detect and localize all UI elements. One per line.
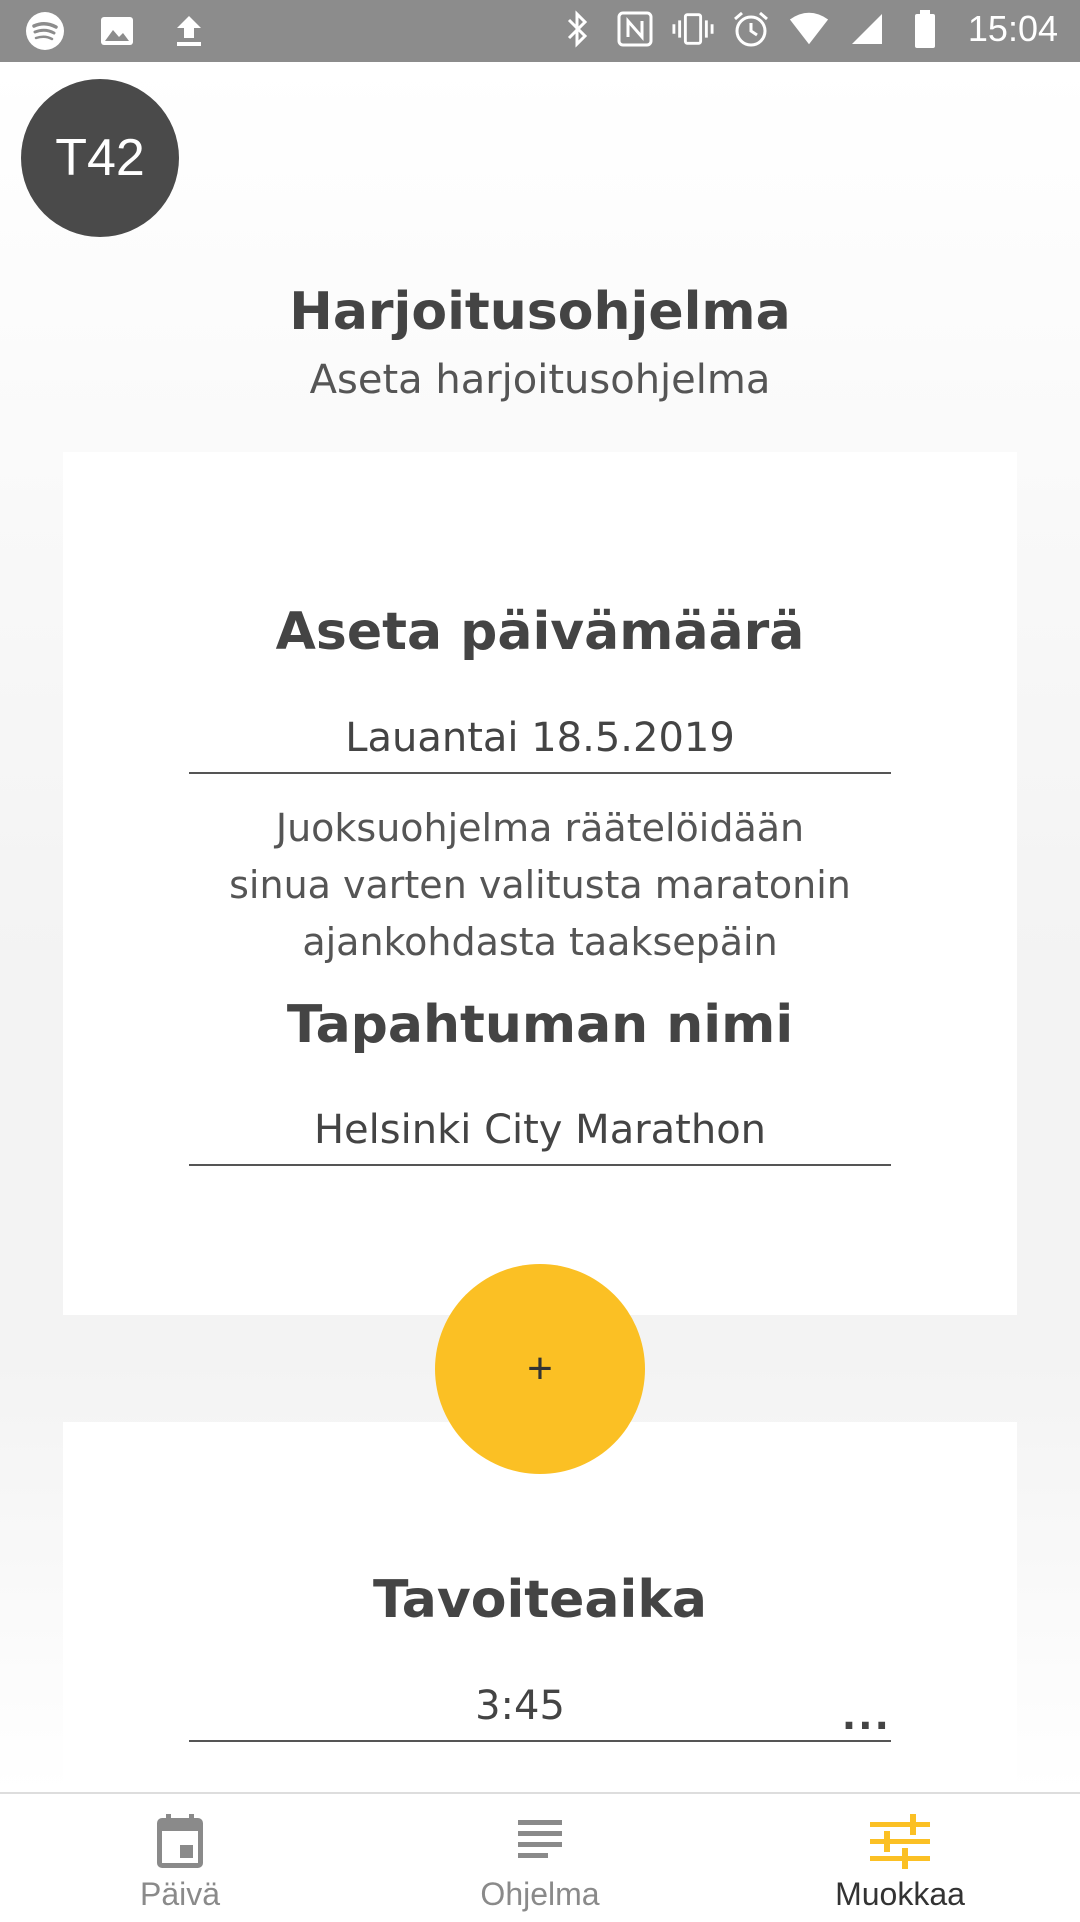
nav-label: Ohjelma — [480, 1876, 600, 1912]
page-title: Harjoitusohjelma — [289, 282, 791, 342]
goal-card: Tavoiteaika 3:45 ... — [63, 1422, 1017, 1792]
sliders-icon — [870, 1814, 930, 1869]
bottom-navigation: Päivä Ohjelma Muokkaa — [0, 1792, 1080, 1922]
wifi-icon — [788, 8, 830, 50]
nav-item-muokkaa[interactable]: Muokkaa — [720, 1794, 1080, 1922]
alarm-icon — [730, 8, 772, 50]
signal-icon — [846, 8, 888, 50]
goal-time-value: 3:45 — [475, 1683, 565, 1729]
nav-label: Muokkaa — [835, 1876, 965, 1912]
more-options-button[interactable]: ... — [842, 1697, 891, 1735]
avatar[interactable]: T42 — [21, 79, 179, 237]
vibrate-icon — [672, 8, 714, 50]
event-name-field[interactable]: Helsinki City Marathon — [189, 1102, 891, 1166]
list-icon — [518, 1820, 562, 1858]
date-value: Lauantai 18.5.2019 — [345, 715, 735, 761]
description-line: sinua varten valitusta maratonin — [229, 863, 851, 907]
status-bar: 15:04 — [0, 0, 1080, 62]
date-description: Juoksuohjelma räätelöidään sinua varten … — [63, 800, 1017, 971]
goal-time-field[interactable]: 3:45 ... — [189, 1678, 891, 1742]
bluetooth-icon — [556, 8, 598, 50]
date-field[interactable]: Lauantai 18.5.2019 — [189, 710, 891, 774]
spotify-icon — [24, 10, 66, 52]
nav-label: Päivä — [139, 1876, 221, 1912]
goal-time-heading: Tavoiteaika — [372, 1570, 707, 1630]
calendar-icon — [157, 1814, 203, 1868]
battery-icon — [904, 8, 946, 50]
description-line: ajankohdasta taaksepäin — [302, 920, 778, 964]
event-name-value: Helsinki City Marathon — [313, 1107, 767, 1153]
description-line: Juoksuohjelma räätelöidään — [275, 806, 805, 850]
nav-item-paiva[interactable]: Päivä — [0, 1794, 360, 1922]
upload-icon — [168, 10, 210, 52]
event-card: Aseta päivämäärä Lauantai 18.5.2019 Juok… — [63, 452, 1017, 1315]
status-time: 15:04 — [967, 8, 1058, 49]
page-subtitle: Aseta harjoitusohjelma — [309, 357, 771, 403]
date-heading: Aseta päivämäärä — [275, 602, 805, 662]
add-button[interactable]: + — [435, 1264, 645, 1474]
image-icon — [96, 10, 138, 52]
event-name-heading: Tapahtuman nimi — [286, 995, 794, 1055]
nav-item-ohjelma[interactable]: Ohjelma — [360, 1794, 720, 1922]
nfc-icon — [614, 8, 656, 50]
